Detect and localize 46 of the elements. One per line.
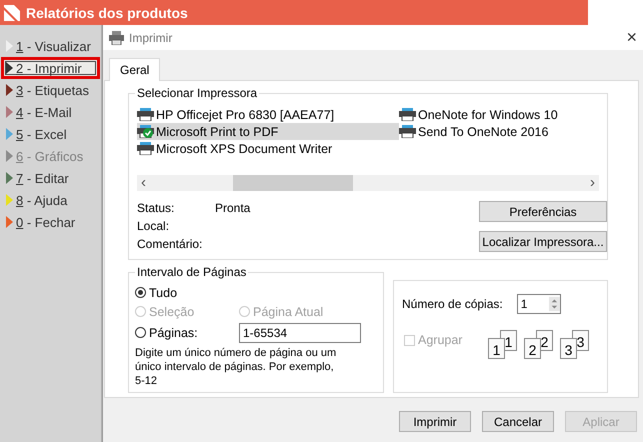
info-value: Pronta [215,201,250,217]
printer-item[interactable]: Send To OneNote 2016 [399,123,599,140]
close-icon[interactable]: × [626,27,637,48]
info-label: Comentário: [137,237,204,253]
printer-item[interactable]: Microsoft Print to PDF [137,123,399,140]
logo-icon [4,4,20,20]
group-title: Selecionar Impressora [135,86,260,100]
printer-item[interactable]: OneNote for Windows 10 [399,106,599,123]
printer-item[interactable]: Microsoft XPS Document Writer [137,140,399,157]
radio-button[interactable] [135,287,146,298]
radio-label: Tudo [149,286,178,300]
dialog-button[interactable]: Localizar Impressora... [479,231,607,252]
info-label: Status: [137,201,176,217]
copies-spinner[interactable]: 1 [516,294,561,314]
menu-item[interactable]: 5 - Excel [1,123,100,145]
radio-button[interactable] [135,327,146,338]
menu-item[interactable]: 2 - Imprimir [1,57,100,79]
radio-label: Página Atual [253,304,324,318]
dialog-button[interactable]: Cancelar [482,411,554,432]
printer-icon [399,125,416,138]
pages-field[interactable]: 1-65534 [239,322,361,342]
menu-item[interactable]: 1 - Visualizar [1,35,100,57]
printer-check-icon [137,125,154,138]
menu-item[interactable]: 7 - Editar [1,167,100,189]
menu-item[interactable]: 8 - Ajuda [1,189,100,211]
collate-drawing: 1 1 2 2 3 3 [488,330,592,360]
printer-icon [399,108,416,121]
printer-icon [137,142,154,155]
hint-text: Digite um único número de página ou um único intervalo de páginas. Por exemplo, 5-12 [135,346,338,388]
app-title: Relatórios dos produtos [26,4,188,20]
info-label: Local: [137,219,170,235]
copies-label: Número de cópias: [402,297,503,311]
dialog-title: Imprimir [129,30,174,44]
radio-label: Páginas: [149,326,198,340]
menu-item[interactable]: 4 - E-Mail [1,101,100,123]
horizontal-scrollbar[interactable]: ‹ › [137,175,599,191]
menu-item[interactable]: 0 - Fechar [1,211,100,233]
dialog-button[interactable]: Imprimir [399,411,471,432]
group-title: Intervalo de Páginas [135,265,248,279]
menu-item[interactable]: 3 - Etiquetas [1,79,100,101]
printer-icon [137,108,154,121]
printer-item[interactable]: HP Officejet Pro 6830 [AAEA77] [137,106,399,123]
dialog-button[interactable]: Preferências [479,201,607,222]
tab[interactable]: Geral [109,58,160,81]
printer-icon [109,30,124,44]
radio-label: Seleção [149,304,194,318]
